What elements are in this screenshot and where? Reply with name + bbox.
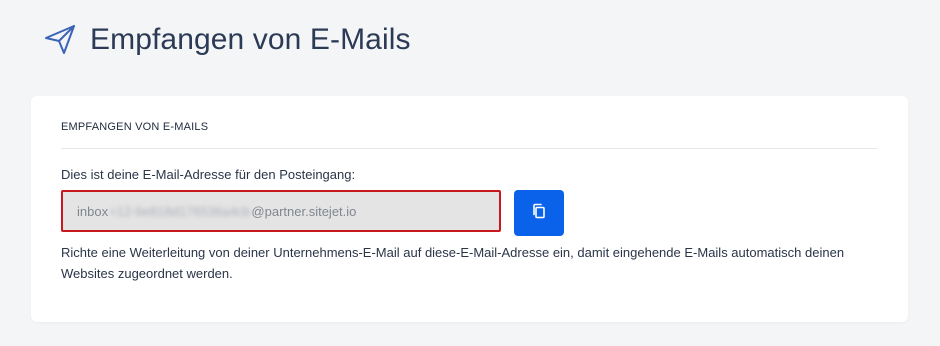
page-title: Empfangen von E-Mails <box>90 23 411 56</box>
card-divider <box>61 148 878 149</box>
copy-email-button[interactable] <box>514 190 564 236</box>
forwarding-help-text: Richte eine Weiterleitung von deiner Unt… <box>61 245 845 281</box>
receive-emails-card: EMPFANGEN VON E-MAILS Dies ist deine E-M… <box>31 96 908 322</box>
page-header: Empfangen von E-Mails <box>44 18 411 62</box>
paper-plane-icon <box>44 24 76 56</box>
email-prefix: inbox <box>77 203 109 219</box>
inbox-email-field[interactable]: inbox +12-6e818d176536a4cb @partner.siteje… <box>61 190 501 232</box>
copy-icon <box>532 203 546 224</box>
email-redacted-part: +12-6e818d176536a4cb <box>109 203 251 219</box>
email-domain: @partner.sitejet.io <box>251 203 357 219</box>
card-title: EMPFANGEN VON E-MAILS <box>61 121 209 133</box>
inbox-address-label: Dies ist deine E-Mail-Adresse für den Po… <box>61 167 356 182</box>
